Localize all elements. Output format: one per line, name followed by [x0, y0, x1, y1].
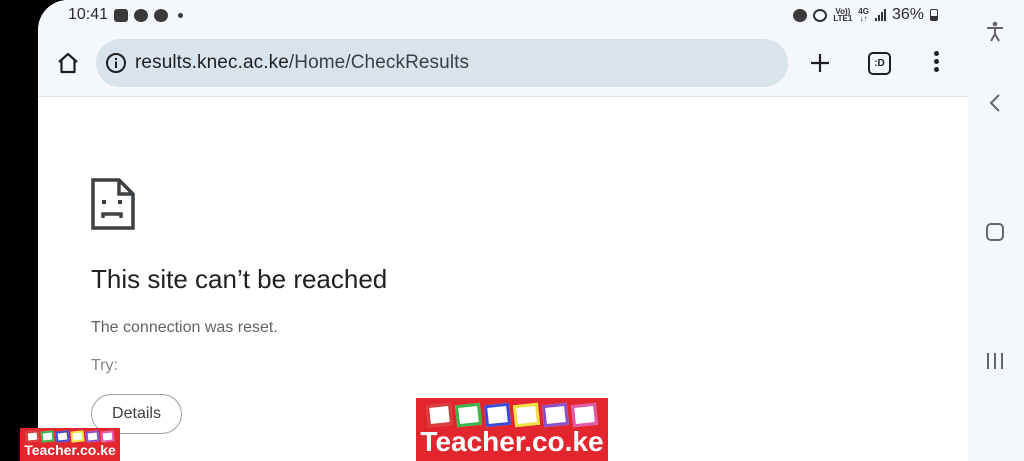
more-notifications-icon [178, 12, 184, 18]
chat-notification-icon [134, 8, 149, 22]
watermark-squares [418, 400, 606, 428]
status-time: 10:41 [68, 6, 109, 23]
alarm-icon [793, 8, 808, 22]
try-label: Try: [91, 357, 118, 374]
watermark-squares [22, 430, 118, 443]
watermark-square [25, 430, 40, 443]
system-nav-bar [968, 0, 1024, 461]
message-notification-icon [154, 8, 169, 22]
back-icon[interactable] [984, 92, 1006, 114]
more-vert-icon[interactable] [931, 51, 941, 77]
menu-dot [933, 51, 939, 56]
teacher-watermark-small: Teacher.co.ke [20, 428, 120, 461]
network-gen-indicator: 4G ↓↑ [858, 8, 869, 23]
recents-icon[interactable] [984, 350, 1006, 372]
watermark-square [100, 430, 115, 443]
signal-icon [874, 9, 886, 21]
status-left: 10:41 [68, 6, 184, 24]
error-title: This site can’t be reached [91, 264, 388, 294]
menu-dot [933, 67, 939, 72]
battery-icon [930, 9, 938, 21]
watermark-text-small: Teacher.co.ke [24, 442, 116, 458]
phone-screen: 10:41 Vo)) LTE1 4G ↓↑ 36% results.knec.a… [38, 0, 968, 461]
gallery-notification-icon [114, 8, 129, 22]
home-icon[interactable] [56, 51, 80, 75]
watermark-square [570, 402, 599, 428]
watermark-square [483, 402, 512, 428]
square-icon[interactable] [984, 221, 1006, 243]
watermark-square [541, 402, 570, 428]
menu-dot [933, 59, 939, 64]
info-icon[interactable] [105, 52, 127, 74]
accessibility-icon[interactable] [984, 20, 1006, 42]
watermark-square [454, 402, 483, 428]
browser-toolbar: results.knec.ac.ke/Home/CheckResults :D [38, 30, 968, 97]
watermark-square [40, 430, 55, 443]
url-path: /Home/CheckResults [288, 52, 470, 73]
lte-label: LTE1 [833, 14, 853, 23]
status-right: Vo)) LTE1 4G ↓↑ 36% [793, 6, 938, 24]
watermark-text: Teacher.co.ke [420, 426, 604, 457]
hotspot-icon [813, 8, 828, 22]
url-text[interactable]: results.knec.ac.ke/Home/CheckResults [135, 52, 469, 74]
battery-percent: 36% [891, 6, 924, 23]
watermark-square [70, 430, 85, 443]
teacher-watermark: Teacher.co.ke [416, 398, 608, 461]
data-arrows: ↓↑ [859, 14, 868, 23]
volte-indicator: Vo)) LTE1 [833, 8, 853, 23]
watermark-square [425, 402, 454, 428]
tab-switcher-button[interactable]: :D [868, 52, 891, 75]
status-bar: 10:41 Vo)) LTE1 4G ↓↑ 36% [38, 0, 968, 30]
watermark-square [55, 430, 70, 443]
watermark-square [85, 430, 100, 443]
watermark-square [512, 402, 541, 428]
plus-icon[interactable] [808, 51, 832, 75]
sad-page-icon [91, 178, 135, 230]
url-host: results.knec.ac.ke [135, 52, 289, 73]
address-bar[interactable]: results.knec.ac.ke/Home/CheckResults [96, 39, 788, 87]
error-message: The connection was reset. [91, 319, 278, 336]
